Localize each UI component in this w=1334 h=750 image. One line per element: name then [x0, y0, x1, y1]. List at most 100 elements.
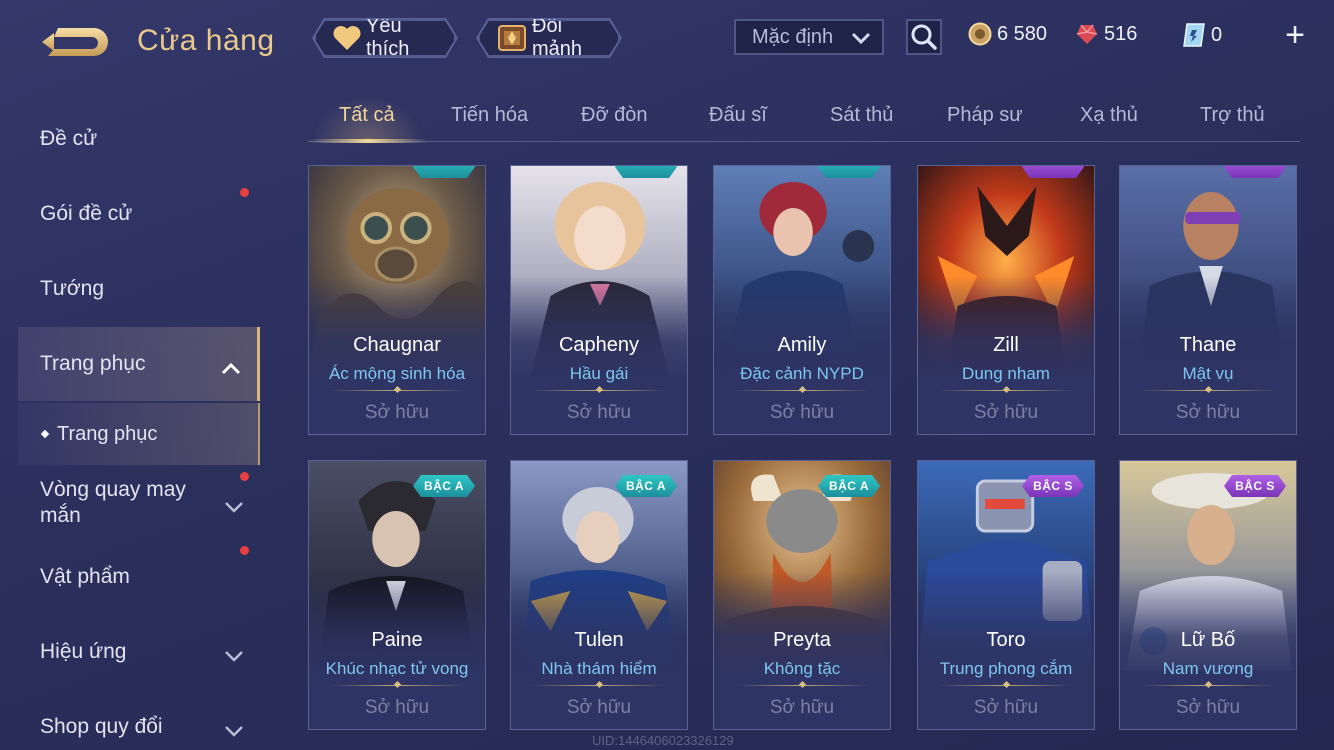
hero-name: Lữ Bố: [1180, 629, 1236, 651]
sidebar-item-label: Đề cử: [40, 127, 98, 150]
skin-name: Trung phong cắm: [939, 659, 1073, 678]
skin-card[interactable]: Chaugnar Ác mộng sinh hóa Sở hữu: [308, 165, 486, 435]
skin-name: Nam vương: [1162, 659, 1254, 678]
sidebar-subitem-skins[interactable]: Trang phục: [18, 403, 260, 465]
tier-badge: [615, 165, 677, 178]
sidebar-item-skins[interactable]: Trang phục: [18, 327, 260, 401]
chevron-down-icon: [224, 496, 244, 520]
ruby-amount: 516: [1104, 22, 1138, 45]
divider-ornament: [798, 680, 807, 689]
voucher-icon: [1182, 22, 1206, 48]
skin-card[interactable]: Zill Dung nham Sở hữu: [917, 165, 1095, 435]
owned-status: Sở hữu: [1175, 402, 1241, 423]
sidebar-item-bundles[interactable]: Gói đề cử: [18, 179, 260, 249]
tab-mage[interactable]: Pháp sư: [947, 104, 1023, 127]
category-tabs: Tất cả Tiến hóa Đỡ đòn Đấu sĩ Sát thủ Ph…: [308, 96, 1300, 142]
tab-evolution[interactable]: Tiến hóa: [451, 104, 528, 127]
favorites-button[interactable]: Yêu thích: [314, 19, 456, 57]
sidebar-item-label: Trang phục: [40, 352, 146, 375]
skin-card[interactable]: BẬC A Paine Khúc nhạc tử vong Sở hữu: [308, 460, 486, 730]
tab-fighter[interactable]: Đấu sĩ: [709, 104, 767, 127]
hero-name: Chaugnar: [353, 334, 441, 356]
owned-status: Sở hữu: [566, 697, 632, 718]
tier-badge: [818, 165, 880, 178]
tab-tank[interactable]: Đỡ đòn: [581, 104, 647, 127]
sidebar-item-label: Hiệu ứng: [40, 640, 127, 663]
tier-badge: [1022, 165, 1084, 178]
sort-value: Mặc định: [752, 25, 834, 48]
skin-card[interactable]: BẬC S Toro Trung phong cắm Sở hữu: [917, 460, 1095, 730]
sidebar-item-heroes[interactable]: Tướng: [18, 254, 260, 324]
sidebar-item-label: Gói đề cử: [40, 202, 133, 225]
divider-ornament: [393, 680, 402, 689]
tab-all[interactable]: Tất cả: [339, 104, 395, 127]
owned-status: Sở hữu: [364, 697, 430, 718]
skin-name: Dung nham: [962, 364, 1050, 383]
sidebar-item-label: Shop quy đổi: [40, 715, 163, 738]
sidebar-item-items[interactable]: Vật phẩm: [18, 542, 260, 612]
skin-card[interactable]: Capheny Hầu gái Sở hữu: [510, 165, 688, 435]
skin-card[interactable]: BẬC S Lữ Bố Nam vương Sở hữu: [1119, 460, 1297, 730]
tab-marksman[interactable]: Xạ thủ: [1080, 104, 1138, 127]
chevron-down-icon: [224, 645, 244, 669]
sidebar-item-recommended[interactable]: Đề cử: [18, 104, 260, 174]
search-icon: [911, 24, 937, 50]
sidebar-item-exchange-shop[interactable]: Shop quy đổi: [18, 692, 260, 750]
chevron-down-icon: [224, 720, 244, 744]
owned-status: Sở hữu: [769, 697, 835, 718]
gold-balance: 6 580: [968, 22, 1047, 46]
sidebar-item-effects[interactable]: Hiệu ứng: [18, 617, 260, 687]
divider-ornament: [595, 385, 604, 394]
chevron-down-icon: [850, 27, 872, 55]
divider-ornament: [1204, 680, 1213, 689]
sidebar-item-label: Tướng: [40, 277, 105, 300]
skin-name: Nhà thám hiểm: [541, 659, 657, 678]
tier-badge: [1224, 165, 1286, 178]
back-button[interactable]: [40, 22, 108, 62]
sort-dropdown[interactable]: Mặc định: [734, 19, 884, 55]
sidebar-item-lucky-spin[interactable]: Vòng quay may mắn: [18, 468, 260, 538]
ruby-icon: [1075, 22, 1099, 46]
active-tab-underline: [308, 139, 428, 143]
divider-ornament: [1002, 680, 1011, 689]
divider-ornament: [1002, 385, 1011, 394]
owned-status: Sở hữu: [1175, 697, 1241, 718]
divider-ornament: [1204, 385, 1213, 394]
skin-name: Đặc cảnh NYPD: [740, 364, 864, 383]
skin-card[interactable]: Amily Đặc cảnh NYPD Sở hữu: [713, 165, 891, 435]
skin-name: Ác mộng sinh hóa: [328, 364, 466, 383]
hero-name: Preyta: [773, 629, 831, 651]
skin-name: Hầu gái: [569, 364, 629, 383]
hero-name: Capheny: [558, 334, 640, 356]
page-title: Cửa hàng: [137, 24, 275, 57]
favorites-label: Yêu thích: [366, 15, 410, 60]
bullet-icon: [40, 429, 50, 439]
notification-dot: [240, 472, 249, 481]
gold-amount: 6 580: [997, 22, 1048, 45]
voucher-balance: 0: [1182, 22, 1222, 48]
owned-status: Sở hữu: [973, 402, 1039, 423]
hero-name: Zill: [993, 334, 1019, 356]
search-button[interactable]: [906, 19, 942, 55]
sidebar-subitem-label: Trang phục: [57, 422, 158, 445]
voucher-amount: 0: [1211, 23, 1223, 46]
heart-icon: [332, 25, 362, 51]
hero-name: Thane: [1179, 334, 1237, 356]
exchange-fragments-button[interactable]: Đổi mảnh: [478, 19, 620, 57]
skin-card[interactable]: BẬC A Tulen Nhà thám hiểm Sở hữu: [510, 460, 688, 730]
tier-badge: BẬC A: [615, 475, 677, 497]
tier-badge: BẬC S: [1022, 475, 1084, 497]
ruby-balance: 516: [1075, 22, 1137, 46]
skin-card[interactable]: Thane Mật vụ Sở hữu: [1119, 165, 1297, 435]
hero-name: Amily: [777, 334, 827, 356]
divider-ornament: [595, 680, 604, 689]
skin-name: Mật vụ: [1182, 364, 1234, 383]
tab-support[interactable]: Trợ thủ: [1200, 104, 1265, 127]
tab-assassin[interactable]: Sát thủ: [830, 104, 893, 127]
add-currency-button[interactable]: +: [1280, 18, 1310, 52]
skin-card[interactable]: BẬC A Preyta Không tặc Sở hữu: [713, 460, 891, 730]
top-bar: Cửa hàng Yêu thích Đổi mảnh Mặc định 6 5…: [0, 0, 1334, 78]
notification-dot: [240, 546, 249, 555]
owned-status: Sở hữu: [364, 402, 430, 423]
tier-badge: BẬC A: [413, 475, 475, 497]
